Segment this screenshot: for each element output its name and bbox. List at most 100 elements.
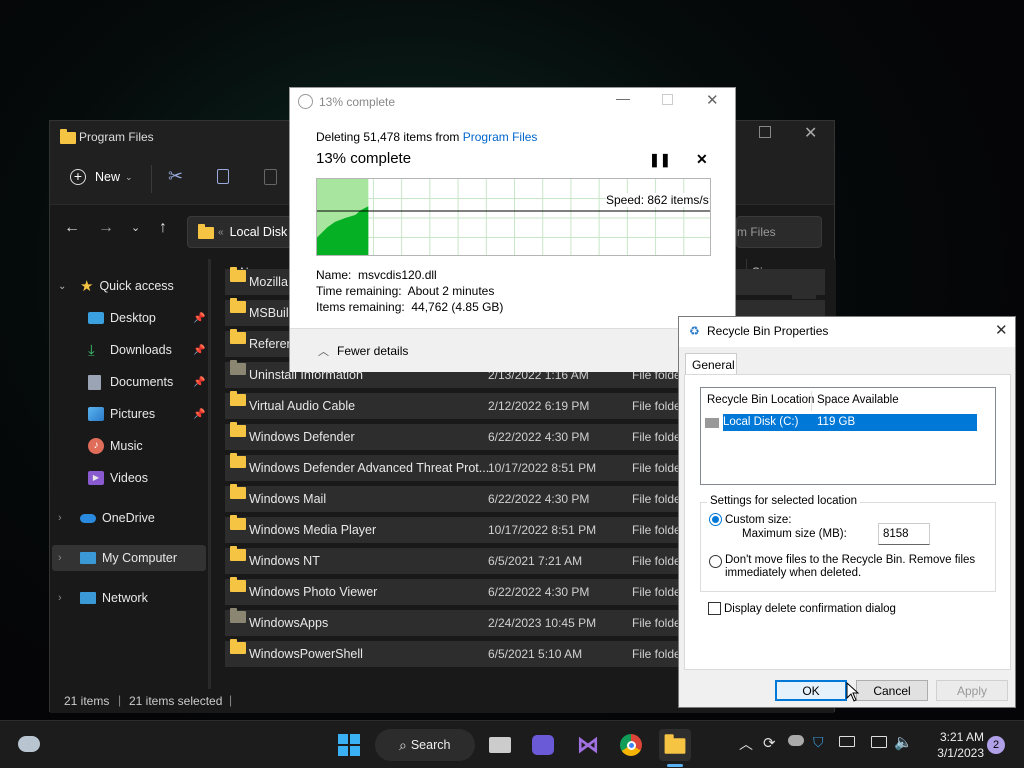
task-view-icon[interactable] <box>484 729 516 761</box>
chevron-up-icon: ︿ <box>318 346 329 358</box>
radio-checked <box>709 513 722 526</box>
chrome-icon[interactable] <box>615 729 647 761</box>
file-type: File folde <box>632 399 681 413</box>
sync-icon[interactable]: ⟳ <box>763 734 776 752</box>
cut-icon[interactable]: ✂ <box>168 166 183 187</box>
file-type: File folde <box>632 647 681 661</box>
details: Name: msvcdis120.dll Time remaining: Abo… <box>316 267 503 315</box>
volume-icon[interactable]: 🔈 <box>894 733 913 751</box>
pin-icon: 📌 <box>193 408 206 420</box>
back-arrow-icon[interactable]: ← <box>64 219 80 237</box>
nav-quick-access[interactable]: ⌄ ★ Quick access <box>58 273 174 299</box>
clock-icon <box>298 94 313 109</box>
nav-my-computer[interactable]: › My Computer <box>52 545 206 571</box>
cancel-x-button[interactable]: ✕ <box>696 151 708 168</box>
file-explorer-icon[interactable] <box>659 729 691 761</box>
network-icon[interactable] <box>871 736 887 748</box>
nav-item-desktop[interactable]: Desktop 📌 <box>88 305 218 331</box>
recent-chevron-icon[interactable]: ⌄ <box>131 221 140 234</box>
cloud-icon <box>80 513 96 523</box>
forward-arrow-icon[interactable]: → <box>98 219 114 237</box>
pane-divider[interactable] <box>208 259 211 689</box>
visual-studio-icon[interactable]: ⋈ <box>572 729 604 761</box>
scrollbar-track[interactable] <box>792 279 816 299</box>
tab-general[interactable]: General <box>685 353 737 375</box>
file-name: Windows NT <box>249 554 320 568</box>
dont-move-radio[interactable]: Don't move files to the Recycle Bin. Rem… <box>709 554 989 580</box>
chevron-up-icon[interactable]: ︿ <box>739 734 753 754</box>
minimize-button[interactable]: — <box>616 90 630 106</box>
nav-onedrive[interactable]: › OneDrive <box>58 505 155 531</box>
column-header-space[interactable]: Space Available <box>817 394 899 406</box>
teams-icon[interactable] <box>527 729 559 761</box>
nav-label: Downloads <box>110 343 172 357</box>
chevron-down-icon: ⌄ <box>58 280 67 292</box>
copy-icon[interactable] <box>217 169 229 184</box>
clock-time: 3:21 AM <box>939 730 984 744</box>
taskbar-search[interactable]: ⌕ Search <box>375 729 475 761</box>
new-button[interactable]: + New ⌄ <box>70 169 133 185</box>
selection-highlight: Local Disk (C:) 119 GB <box>723 414 977 431</box>
selected-count: 21 items selected <box>129 694 223 708</box>
close-button[interactable]: ✕ <box>706 91 719 109</box>
ok-button[interactable]: OK <box>775 680 847 701</box>
dialog-footer: ︿ Fewer details <box>290 328 735 372</box>
file-date: 2/24/2023 10:45 PM <box>488 616 597 630</box>
nav-item-pictures[interactable]: Pictures 📌 <box>88 401 218 427</box>
active-indicator <box>667 764 683 767</box>
paste-icon[interactable] <box>264 169 277 185</box>
folder-icon <box>230 422 246 437</box>
source-link[interactable]: Program Files <box>463 130 538 144</box>
start-button[interactable] <box>333 729 365 761</box>
clock-date: 3/1/2023 <box>937 746 984 760</box>
item-count: 21 items <box>64 694 110 708</box>
onedrive-icon[interactable] <box>788 735 804 746</box>
file-name: WindowsPowerShell <box>249 647 363 661</box>
max-size-input[interactable]: 8158 <box>878 523 930 545</box>
pause-button[interactable]: ❚❚ <box>649 152 671 168</box>
keyboard-icon[interactable] <box>839 736 855 747</box>
location-list[interactable]: Recycle Bin Location Space Available Loc… <box>700 387 996 485</box>
weather-icon[interactable] <box>18 736 40 752</box>
column-header-location[interactable]: Recycle Bin Location <box>707 394 814 406</box>
nav-item-videos[interactable]: ▶ Videos <box>88 465 148 491</box>
search-label: Search <box>410 738 451 752</box>
time-value: About 2 minutes <box>407 284 495 298</box>
file-name: Windows Media Player <box>249 523 377 537</box>
close-button[interactable]: ✕ <box>804 123 817 143</box>
file-date: 6/5/2021 7:21 AM <box>488 554 583 568</box>
notification-badge[interactable]: 2 <box>987 736 1005 754</box>
folder-icon <box>230 484 246 499</box>
items-value: 44,762 (4.85 GB) <box>411 300 504 314</box>
search-input[interactable]: m Files <box>736 216 822 248</box>
cancel-button[interactable]: Cancel <box>856 680 928 701</box>
custom-size-radio[interactable]: Custom size: <box>709 513 791 526</box>
location-row-selected[interactable]: Local Disk (C:) 119 GB <box>705 414 977 431</box>
items-label: Items remaining: <box>316 300 405 314</box>
folder-icon <box>230 608 246 623</box>
file-name: WindowsApps <box>249 616 329 630</box>
nav-label: Quick access <box>99 279 174 293</box>
name-label: Name: <box>316 268 352 282</box>
maximize-button[interactable] <box>759 126 771 138</box>
maximize-button[interactable] <box>662 94 673 105</box>
nav-item-music[interactable]: ♪ Music <box>88 433 143 459</box>
confirm-checkbox[interactable]: Display delete confirmation dialog <box>708 602 896 615</box>
security-shield-icon[interactable]: ⛉ <box>813 734 824 751</box>
folder-icon <box>230 360 246 375</box>
document-icon <box>88 374 101 390</box>
fewer-details-button[interactable]: ︿ Fewer details <box>318 343 408 359</box>
file-type: File folde <box>632 585 681 599</box>
apply-button[interactable]: Apply <box>936 680 1008 701</box>
window-title: Program Files <box>79 130 154 144</box>
close-button[interactable]: ✕ <box>995 321 1008 339</box>
nav-item-documents[interactable]: Documents 📌 <box>88 369 218 395</box>
file-type: File folde <box>632 461 681 475</box>
checkbox-unchecked <box>708 602 721 615</box>
nav-item-downloads[interactable]: ⤓ Downloads 📌 <box>88 337 218 363</box>
file-date: 2/12/2022 6:19 PM <box>488 399 590 413</box>
nav-network[interactable]: › Network <box>58 585 148 611</box>
plus-icon: + <box>70 169 86 185</box>
up-arrow-icon[interactable]: ↑ <box>159 219 167 237</box>
clock[interactable]: 3:21 AM 3/1/2023 <box>922 729 984 761</box>
